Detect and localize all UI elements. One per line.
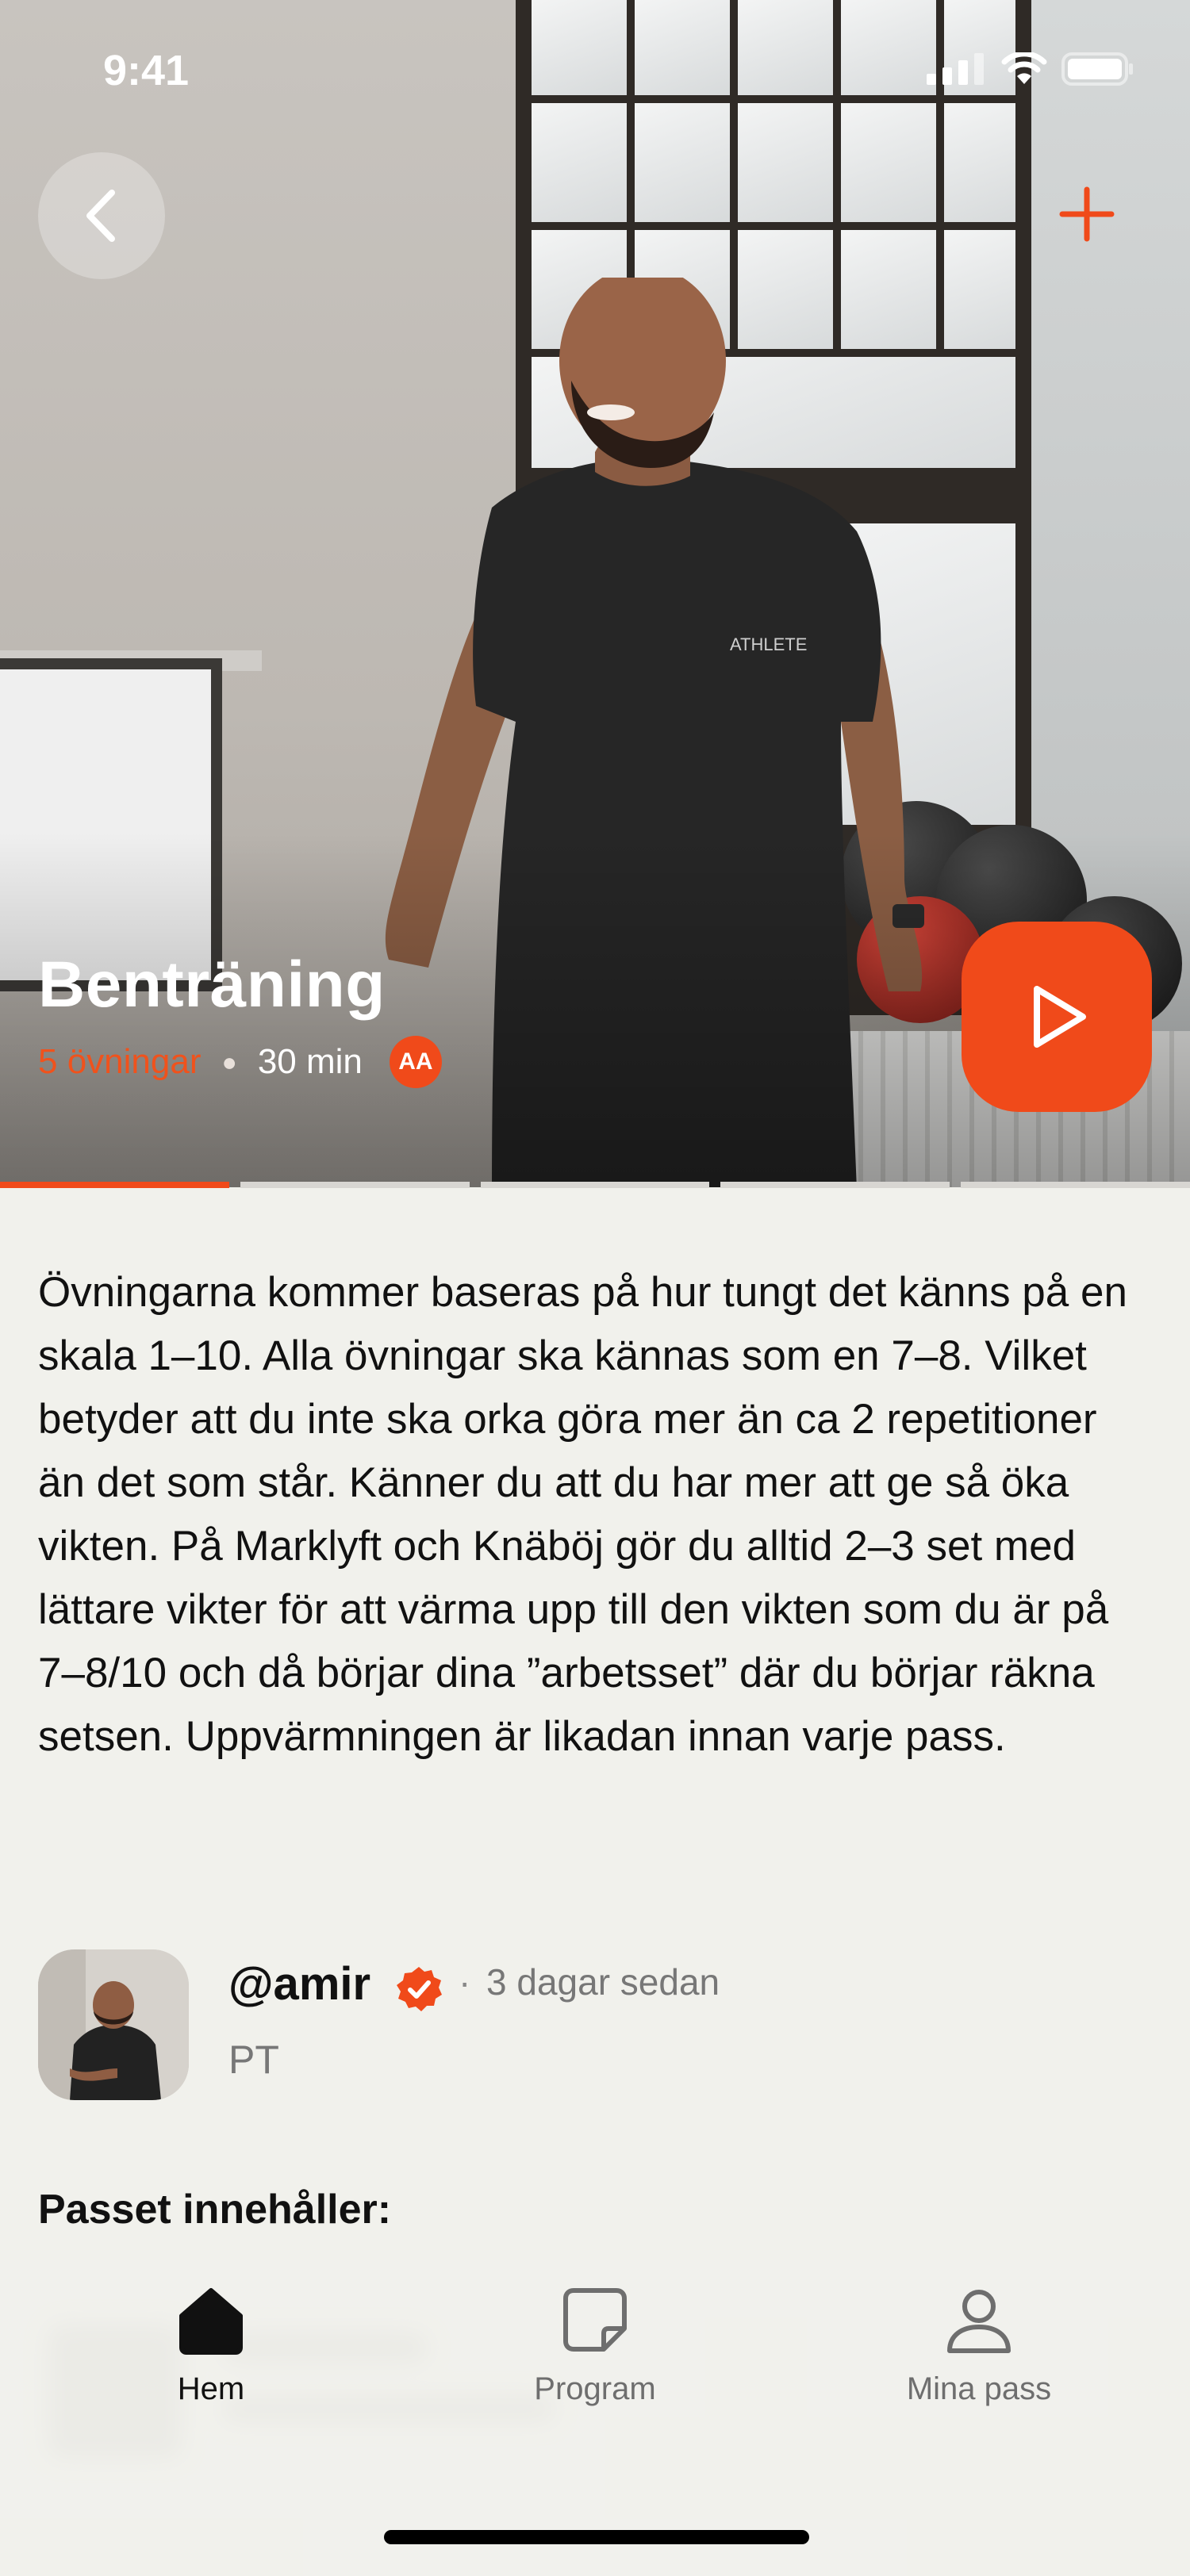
note-icon (563, 2288, 627, 2352)
meta-separator: ● (221, 1047, 237, 1076)
author-badge: AA (389, 1036, 442, 1088)
status-time: 9:41 (103, 47, 190, 94)
battery-icon (1061, 52, 1133, 86)
author-row[interactable]: @amir · 3 dagar sedan PT (38, 1949, 1149, 2108)
meta-separator: · (459, 1961, 471, 2003)
posted-time: 3 dagar sedan (486, 1961, 720, 2003)
home-icon (179, 2288, 243, 2355)
story-progress (0, 1182, 1190, 1188)
verified-badge-icon (397, 1967, 442, 2011)
svg-text:ATHLETE: ATHLETE (730, 634, 807, 654)
tab-hem[interactable]: Hem (92, 2276, 330, 2407)
workout-title: Benträning (38, 949, 386, 1021)
author-handle[interactable]: @amir (228, 1957, 370, 2011)
home-indicator (384, 2530, 809, 2544)
back-button[interactable] (38, 152, 165, 279)
chevron-left-icon (86, 190, 115, 242)
tab-label: Hem (177, 2371, 245, 2406)
avatar[interactable] (38, 1949, 189, 2100)
author-role: PT (228, 2037, 279, 2082)
workout-description: Övningarna kommer baseras på hur tungt d… (38, 1269, 1127, 1760)
tab-mina-pass[interactable]: Mina pass (860, 2276, 1098, 2407)
wifi-icon (1001, 52, 1047, 84)
add-button[interactable] (1047, 174, 1127, 254)
signal-icon (927, 53, 984, 85)
progress-segment (480, 1182, 710, 1188)
progress-segment (240, 1182, 470, 1188)
person-icon (947, 2290, 1011, 2353)
section-title: Passet innehåller: (38, 2187, 392, 2233)
play-icon (1034, 986, 1086, 1048)
progress-segment (0, 1182, 229, 1188)
duration: 30 min (257, 1042, 363, 1081)
tab-label: Program (534, 2371, 656, 2406)
workout-detail-screen: ATHLETE 9:41 Benträning 5 övningar ● 30 … (0, 0, 1190, 2576)
status-icons (927, 52, 1134, 86)
workout-meta: 5 övningar ● 30 min AA (38, 1036, 442, 1088)
plus-icon (1059, 186, 1115, 242)
progress-segment (720, 1182, 950, 1188)
progress-segment (961, 1182, 1190, 1188)
play-button[interactable] (962, 922, 1152, 1112)
exercise-count: 5 övningar (38, 1042, 202, 1081)
tab-program[interactable]: Program (476, 2276, 714, 2407)
tab-label: Mina pass (906, 2371, 1052, 2406)
